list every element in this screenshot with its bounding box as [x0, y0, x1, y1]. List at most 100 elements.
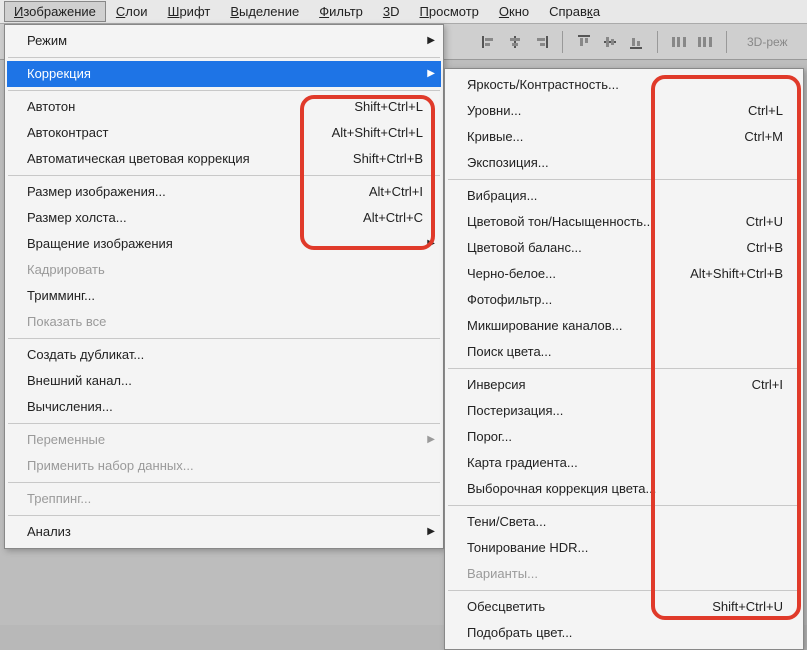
- menu-item-label: Размер изображения...: [27, 183, 166, 201]
- image-menu-item-0[interactable]: Режим ▶: [7, 28, 441, 54]
- menu-separator: [8, 338, 440, 339]
- menu-item-label: Тени/Света...: [467, 513, 546, 531]
- menu-separator: [8, 515, 440, 516]
- menu-item-shortcut: Ctrl+U: [746, 213, 783, 231]
- toolbar-separator: [657, 31, 658, 53]
- adjust-menu-item-17[interactable]: Выборочная коррекция цвета...: [447, 476, 801, 502]
- menubar-item-8[interactable]: Справка: [539, 1, 610, 22]
- menu-item-label: Размер холста...: [27, 209, 127, 227]
- distribute-h2-icon[interactable]: [696, 33, 714, 51]
- menubar-item-0[interactable]: Изображение: [4, 1, 106, 22]
- image-menu-item-24[interactable]: Анализ ▶: [7, 519, 441, 545]
- align-vcenter-icon[interactable]: [601, 33, 619, 51]
- menu-item-shortcut: Alt+Shift+Ctrl+L: [332, 124, 423, 142]
- image-menu-item-22: Треппинг...: [7, 486, 441, 512]
- menu-item-shortcut: Alt+Shift+Ctrl+B: [690, 265, 783, 283]
- distribute-h-icon[interactable]: [670, 33, 688, 51]
- adjust-menu-item-0[interactable]: Яркость/Контрастность...: [447, 72, 801, 98]
- menubar-item-6[interactable]: Просмотр: [410, 1, 489, 22]
- adjust-menu-item-21: Варианты...: [447, 561, 801, 587]
- menu-item-shortcut: Alt+Ctrl+I: [369, 183, 423, 201]
- image-menu-item-5[interactable]: АвтоконтрастAlt+Shift+Ctrl+L: [7, 120, 441, 146]
- menu-item-label: Применить набор данных...: [27, 457, 194, 475]
- align-bottom-icon[interactable]: [627, 33, 645, 51]
- align-left-icon[interactable]: [480, 33, 498, 51]
- menu-item-label: Микширование каналов...: [467, 317, 623, 335]
- menu-item-label: Показать все: [27, 313, 106, 331]
- menu-item-label: Тонирование HDR...: [467, 539, 588, 557]
- menubar-item-4[interactable]: Фильтр: [309, 1, 373, 22]
- menu-item-label: Уровни...: [467, 102, 521, 120]
- menu-item-label: Режим: [27, 32, 67, 50]
- image-menu-item-13: Показать все: [7, 309, 441, 335]
- adjust-menu-item-24[interactable]: Подобрать цвет...: [447, 620, 801, 646]
- adjust-menu-item-10[interactable]: Микширование каналов...: [447, 313, 801, 339]
- menu-item-label: Черно-белое...: [467, 265, 556, 283]
- menu-item-label: Экспозиция...: [467, 154, 549, 172]
- align-hcenter-icon[interactable]: [506, 33, 524, 51]
- menu-item-shortcut: Ctrl+B: [747, 239, 783, 257]
- menubar-item-7[interactable]: Окно: [489, 1, 539, 22]
- menubar-item-1[interactable]: Слои: [106, 1, 158, 22]
- adjust-menu-item-2[interactable]: Кривые...Ctrl+M: [447, 124, 801, 150]
- submenu-arrow-icon: ▶: [427, 431, 435, 449]
- adjust-menu-item-9[interactable]: Фотофильтр...: [447, 287, 801, 313]
- menu-separator: [448, 590, 800, 591]
- toolbar-separator: [726, 31, 727, 53]
- menu-separator: [8, 175, 440, 176]
- adjust-menu-item-5[interactable]: Вибрация...: [447, 183, 801, 209]
- adjust-menu-item-11[interactable]: Поиск цвета...: [447, 339, 801, 365]
- menu-item-label: Варианты...: [467, 565, 538, 583]
- menu-item-label: Создать дубликат...: [27, 346, 144, 364]
- image-menu-item-12[interactable]: Тримминг...: [7, 283, 441, 309]
- adjust-menu-item-1[interactable]: Уровни...Ctrl+L: [447, 98, 801, 124]
- menu-item-label: Фотофильтр...: [467, 291, 552, 309]
- submenu-adjustments: Яркость/Контрастность...Уровни...Ctrl+LК…: [444, 68, 804, 650]
- menu-item-label: Поиск цвета...: [467, 343, 552, 361]
- submenu-arrow-icon: ▶: [427, 523, 435, 541]
- menu-item-label: Постеризация...: [467, 402, 563, 420]
- menu-item-shortcut: Shift+Ctrl+L: [354, 98, 423, 116]
- menu-item-label: Анализ: [27, 523, 71, 541]
- menu-item-shortcut: Shift+Ctrl+B: [353, 150, 423, 168]
- submenu-arrow-icon: ▶: [427, 235, 435, 253]
- image-menu-item-11: Кадрировать: [7, 257, 441, 283]
- adjust-menu-item-16[interactable]: Карта градиента...: [447, 450, 801, 476]
- menubar-item-2[interactable]: Шрифт: [158, 1, 221, 22]
- image-menu-item-8[interactable]: Размер изображения... Alt+Ctrl+I: [7, 179, 441, 205]
- menu-item-label: Цветовой баланс...: [467, 239, 582, 257]
- adjust-menu-item-15[interactable]: Порог...: [447, 424, 801, 450]
- submenu-arrow-icon: ▶: [427, 32, 435, 50]
- menu-item-label: Вычисления...: [27, 398, 113, 416]
- menubar: ИзображениеСлоиШрифтВыделениеФильтр3DПро…: [0, 0, 807, 24]
- menu-item-shortcut: Alt+Ctrl+C: [363, 209, 423, 227]
- image-menu-item-6[interactable]: Автоматическая цветовая коррекцияShift+C…: [7, 146, 441, 172]
- menu-item-label: Вибрация...: [467, 187, 537, 205]
- image-menu-item-16[interactable]: Внешний канал...: [7, 368, 441, 394]
- menubar-item-5[interactable]: 3D: [373, 1, 410, 22]
- image-menu-item-15[interactable]: Создать дубликат...: [7, 342, 441, 368]
- adjust-menu-item-13[interactable]: ИнверсияCtrl+I: [447, 372, 801, 398]
- image-menu-item-4[interactable]: Автотон Shift+Ctrl+L: [7, 94, 441, 120]
- align-right-icon[interactable]: [532, 33, 550, 51]
- toolbar-separator: [562, 31, 563, 53]
- menu-item-label: Автотон: [27, 98, 75, 116]
- adjust-menu-item-8[interactable]: Черно-белое... Alt+Shift+Ctrl+B: [447, 261, 801, 287]
- image-menu-item-9[interactable]: Размер холста... Alt+Ctrl+C: [7, 205, 441, 231]
- adjust-menu-item-7[interactable]: Цветовой баланс... Ctrl+B: [447, 235, 801, 261]
- menu-item-label: Коррекция: [27, 65, 91, 83]
- menu-image: Режим▶Коррекция▶АвтотонShift+Ctrl+LАвток…: [4, 24, 444, 549]
- mode-label[interactable]: 3D-реж: [747, 35, 788, 49]
- align-top-icon[interactable]: [575, 33, 593, 51]
- image-menu-item-2[interactable]: Коррекция▶: [7, 61, 441, 87]
- adjust-menu-item-20[interactable]: Тонирование HDR...: [447, 535, 801, 561]
- adjust-menu-item-19[interactable]: Тени/Света...: [447, 509, 801, 535]
- menu-item-label: Кадрировать: [27, 261, 105, 279]
- adjust-menu-item-3[interactable]: Экспозиция...: [447, 150, 801, 176]
- image-menu-item-10[interactable]: Вращение изображения▶: [7, 231, 441, 257]
- adjust-menu-item-23[interactable]: ОбесцветитьShift+Ctrl+U: [447, 594, 801, 620]
- image-menu-item-17[interactable]: Вычисления...: [7, 394, 441, 420]
- adjust-menu-item-6[interactable]: Цветовой тон/Насыщенность...Ctrl+U: [447, 209, 801, 235]
- menubar-item-3[interactable]: Выделение: [220, 1, 309, 22]
- adjust-menu-item-14[interactable]: Постеризация...: [447, 398, 801, 424]
